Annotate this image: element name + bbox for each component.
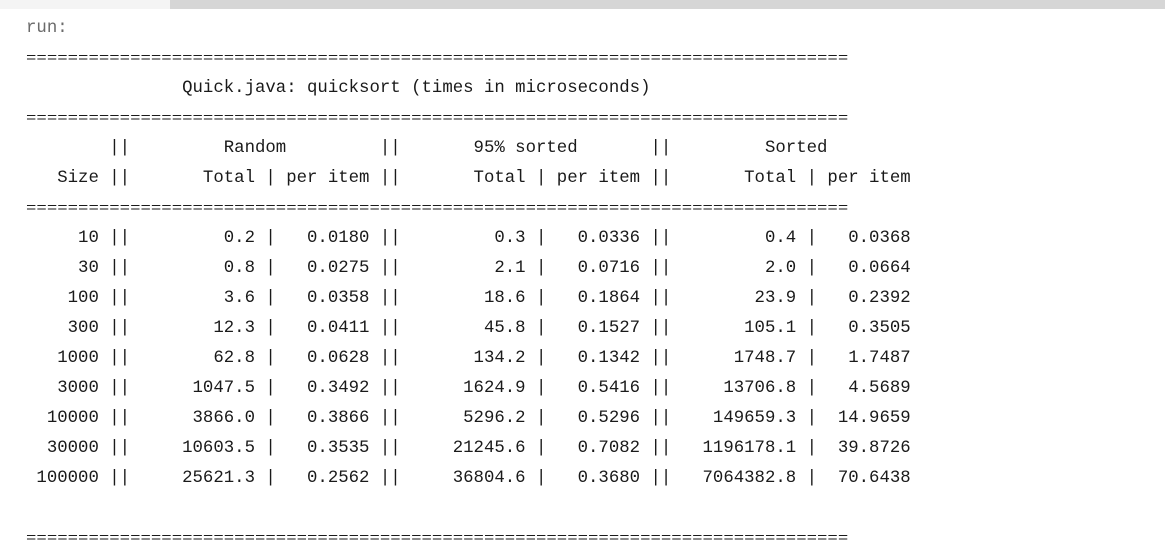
table-row: 30000 || 10603.5 | 0.3535 || 21245.6 | 0… [26, 439, 911, 458]
header-groups: || Random || 95% sorted || Sorted [26, 139, 828, 158]
separator-bottom: ========================================… [26, 531, 849, 547]
table-title: Quick.java: quicksort (times in microsec… [26, 79, 651, 98]
output-console[interactable]: run: ====================================… [26, 14, 1156, 554]
table-row: 3000 || 1047.5 | 0.3492 || 1624.9 | 0.54… [26, 379, 911, 398]
header-columns: Size || Total | per item || Total | per … [26, 169, 911, 188]
console-text: run: ====================================… [26, 14, 1156, 554]
table-row: 30 || 0.8 | 0.0275 || 2.1 | 0.0716 || 2.… [26, 259, 911, 278]
horizontal-scrollbar[interactable] [170, 0, 1165, 9]
table-row: 1000 || 62.8 | 0.0628 || 134.2 | 0.1342 … [26, 349, 911, 368]
table-row: 10000 || 3866.0 | 0.3866 || 5296.2 | 0.5… [26, 409, 911, 428]
separator-title: ========================================… [26, 111, 849, 127]
table-row: 300 || 12.3 | 0.0411 || 45.8 | 0.1527 ||… [26, 319, 911, 338]
table-row: 100000 || 25621.3 | 0.2562 || 36804.6 | … [26, 469, 911, 488]
tab-strip [0, 0, 1165, 9]
table-row: 100 || 3.6 | 0.0358 || 18.6 | 0.1864 || … [26, 289, 911, 308]
table-row: 10 || 0.2 | 0.0180 || 0.3 | 0.0336 || 0.… [26, 229, 911, 248]
output-tab[interactable] [0, 0, 171, 9]
separator-top: ========================================… [26, 51, 849, 67]
run-label: run: [26, 19, 68, 38]
separator-header: ========================================… [26, 201, 849, 217]
